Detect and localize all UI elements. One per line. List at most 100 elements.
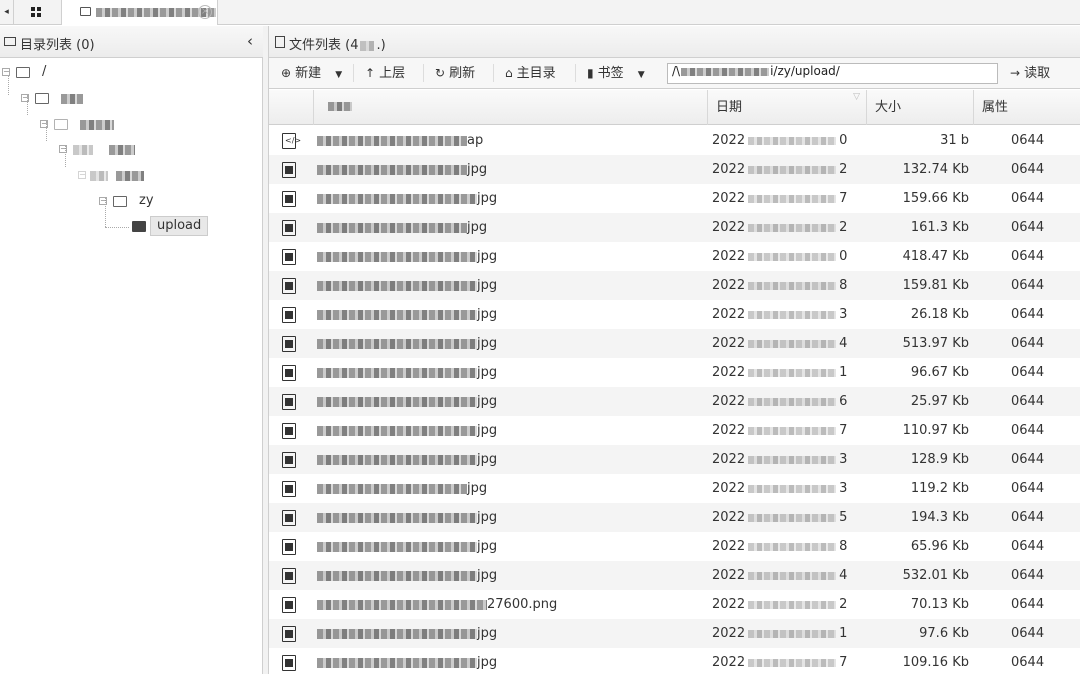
table-row[interactable]: jpg 2022 2 132.74 Kb 0644 — [269, 155, 1080, 184]
file-date-cell: 2022 2 — [712, 597, 848, 612]
file-permission-cell[interactable]: 0644 — [1011, 590, 1071, 619]
file-name-cell[interactable]: jpg — [317, 358, 703, 387]
image-file-icon — [282, 394, 296, 410]
path-input[interactable]: /\ i/zy/upload/ — [667, 63, 998, 84]
table-row[interactable]: 27600.png 2022 2 70.13 Kb 0644 — [269, 590, 1080, 619]
file-size-cell: 532.01 Kb — [902, 568, 969, 583]
file-name-cell[interactable]: jpg — [317, 416, 703, 445]
file-permission-cell[interactable]: 0644 — [1011, 126, 1071, 155]
file-name-cell[interactable]: jpg — [317, 648, 703, 677]
collapse-toggle-icon[interactable]: − — [99, 197, 107, 205]
table-row[interactable]: jpg 2022 3 26.18 Kb 0644 — [269, 300, 1080, 329]
file-permission-cell[interactable]: 0644 — [1011, 155, 1071, 184]
table-row[interactable]: jpg 2022 7 109.16 Kb 0644 — [269, 648, 1080, 677]
table-row[interactable]: jpg 2022 3 128.9 Kb 0644 — [269, 445, 1080, 474]
read-button[interactable]: → 读取 — [1010, 58, 1050, 88]
table-row[interactable]: jpg 2022 7 110.97 Kb 0644 — [269, 416, 1080, 445]
table-row[interactable]: jpg 2022 6 25.97 Kb 0644 — [269, 387, 1080, 416]
column-name-header[interactable] — [313, 90, 707, 125]
file-size-cell: 65.96 Kb — [910, 539, 969, 554]
table-row[interactable]: </> ap 2022 0 31 b 0644 — [269, 126, 1080, 155]
new-dropdown-button[interactable]: ⊕ 新建 ▼ — [281, 58, 342, 88]
collapse-toggle-icon[interactable]: − — [59, 145, 67, 153]
file-permission-cell[interactable]: 0644 — [1011, 416, 1071, 445]
column-size-header[interactable]: 大小 — [866, 90, 973, 125]
column-perm-header[interactable]: 属性 — [973, 90, 1080, 125]
file-permission-cell[interactable]: 0644 — [1011, 242, 1071, 271]
column-date-header[interactable]: 日期 ▽ — [707, 90, 866, 125]
file-name-cell[interactable]: jpg — [317, 300, 703, 329]
home-directory-button[interactable]: ⌂ 主目录 — [505, 58, 556, 88]
image-file-icon — [282, 423, 296, 439]
redacted-file-name — [317, 512, 477, 523]
collapse-toggle-icon[interactable]: − — [78, 171, 86, 179]
tab-scroll-left-button[interactable]: ◂ — [0, 0, 14, 25]
file-name-cell[interactable]: jpg — [317, 242, 703, 271]
file-name-cell[interactable]: jpg — [317, 329, 703, 358]
file-permission-cell[interactable]: 0644 — [1011, 213, 1071, 242]
table-row[interactable]: jpg 2022 8 159.81 Kb 0644 — [269, 271, 1080, 300]
table-row[interactable]: jpg 2022 3 119.2 Kb 0644 — [269, 474, 1080, 503]
file-permission-cell[interactable]: 0644 — [1011, 329, 1071, 358]
table-header: 日期 ▽ 大小 属性 — [269, 90, 1080, 125]
file-name-cell[interactable]: jpg — [317, 445, 703, 474]
file-name-cell[interactable]: jpg — [317, 503, 703, 532]
tab-close-icon[interactable]: × — [198, 5, 212, 19]
file-permission-cell[interactable]: 0644 — [1011, 561, 1071, 590]
table-row[interactable]: jpg 2022 4 513.97 Kb 0644 — [269, 329, 1080, 358]
file-name-cell[interactable]: jpg — [317, 561, 703, 590]
file-date-cell: 2022 3 — [712, 481, 848, 496]
file-size-cell: 161.3 Kb — [910, 220, 969, 235]
file-name-cell[interactable]: ap — [317, 126, 703, 155]
file-permission-cell[interactable]: 0644 — [1011, 387, 1071, 416]
table-row[interactable]: jpg 2022 2 161.3 Kb 0644 — [269, 213, 1080, 242]
folder-open-icon — [132, 221, 146, 232]
refresh-button[interactable]: ↻ 刷新 — [435, 58, 475, 88]
file-name-cell[interactable]: jpg — [317, 271, 703, 300]
table-row[interactable]: jpg 2022 8 65.96 Kb 0644 — [269, 532, 1080, 561]
redacted-folder-name — [80, 120, 114, 130]
file-permission-cell[interactable]: 0644 — [1011, 648, 1071, 677]
file-name-cell[interactable]: 27600.png — [317, 590, 703, 619]
table-row[interactable]: jpg 2022 7 159.66 Kb 0644 — [269, 184, 1080, 213]
file-name-cell[interactable]: jpg — [317, 619, 703, 648]
table-row[interactable]: jpg 2022 1 97.6 Kb 0644 — [269, 619, 1080, 648]
collapse-toggle-icon[interactable]: − — [2, 68, 10, 76]
table-row[interactable]: jpg 2022 4 532.01 Kb 0644 — [269, 561, 1080, 590]
file-permission-cell[interactable]: 0644 — [1011, 184, 1071, 213]
file-date-cell: 2022 5 — [712, 510, 848, 525]
file-name-cell[interactable]: jpg — [317, 474, 703, 503]
file-date-cell: 2022 1 — [712, 365, 848, 380]
collapse-toggle-icon[interactable]: − — [40, 120, 48, 128]
file-size-cell: 159.66 Kb — [902, 191, 969, 206]
file-permission-cell[interactable]: 0644 — [1011, 532, 1071, 561]
table-row[interactable]: jpg 2022 5 194.3 Kb 0644 — [269, 503, 1080, 532]
file-name-cell[interactable]: jpg — [317, 155, 703, 184]
file-permission-cell[interactable]: 0644 — [1011, 619, 1071, 648]
file-date-cell: 2022 4 — [712, 336, 848, 351]
bookmark-icon: ▮ — [587, 66, 594, 80]
file-permission-cell[interactable]: 0644 — [1011, 271, 1071, 300]
table-row[interactable]: jpg 2022 1 96.67 Kb 0644 — [269, 358, 1080, 387]
file-permission-cell[interactable]: 0644 — [1011, 300, 1071, 329]
up-level-button[interactable]: ↑ 上层 — [365, 58, 405, 88]
file-name-cell[interactable]: jpg — [317, 532, 703, 561]
file-permission-cell[interactable]: 0644 — [1011, 358, 1071, 387]
collapse-toggle-icon[interactable]: − — [21, 94, 29, 102]
file-permission-cell[interactable]: 0644 — [1011, 503, 1071, 532]
directory-panel: 目录列表 (0) ‹ − / − − − − − zy upload — [0, 26, 263, 674]
file-name-cell[interactable]: jpg — [317, 184, 703, 213]
file-permission-cell[interactable]: 0644 — [1011, 474, 1071, 503]
grid-menu-icon[interactable] — [14, 0, 62, 25]
collapse-panel-button[interactable]: ‹ — [247, 32, 253, 50]
image-file-icon — [282, 220, 296, 236]
file-name-cell[interactable]: jpg — [317, 387, 703, 416]
table-row[interactable]: jpg 2022 0 418.47 Kb 0644 — [269, 242, 1080, 271]
bookmark-dropdown-button[interactable]: ▮ 书签 ▼ — [587, 58, 645, 88]
redacted-folder-name — [116, 171, 144, 181]
file-size-cell: 109.16 Kb — [902, 655, 969, 670]
file-manager-tab[interactable] — [62, 0, 218, 25]
chevron-down-icon: ▼ — [335, 70, 343, 80]
file-name-cell[interactable]: jpg — [317, 213, 703, 242]
file-permission-cell[interactable]: 0644 — [1011, 445, 1071, 474]
